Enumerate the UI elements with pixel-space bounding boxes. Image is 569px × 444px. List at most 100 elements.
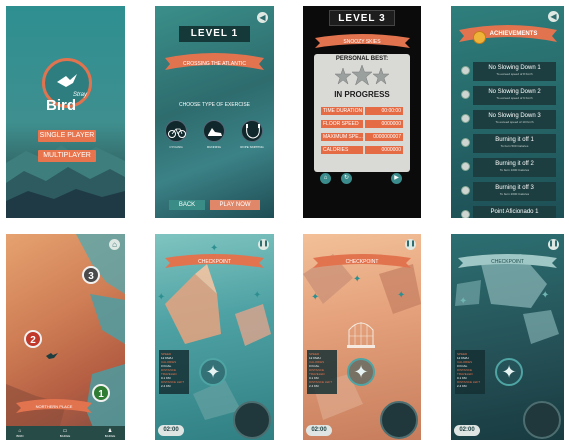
progress-status: IN PROGRESS xyxy=(334,90,390,99)
timer: 02:00 xyxy=(454,425,480,436)
medal-icon xyxy=(473,31,486,44)
personal-best-label: PERSONAL BEST: xyxy=(335,56,389,62)
achievement-item: No Slowing Down 1 To exceed speed of 8 Km… xyxy=(461,62,557,81)
restart-icon[interactable]: ↻ xyxy=(341,173,352,184)
level-title: LEVEL 3 xyxy=(329,10,395,26)
achievement-item: No Slowing Down 2 To exceed speed of 9 Km… xyxy=(461,86,557,105)
radar-icon xyxy=(523,401,561,439)
achievement-desc: To burn 1000 Calories xyxy=(499,168,530,172)
logo-big-text: Bird xyxy=(46,97,76,114)
running-option[interactable] xyxy=(203,120,225,142)
ribbon-text: SNOOZY SKIES xyxy=(343,39,381,45)
level-title: LEVEL 1 xyxy=(179,26,250,42)
stat-label: TIME DURATION xyxy=(321,107,363,115)
run-stats-panel: SPEED 12 KM/H CALORIES 0 KCAL DISTANCE TRA… xyxy=(455,350,485,394)
star-icon: ✦ xyxy=(541,290,550,301)
tab-label: BIRD xyxy=(16,434,24,438)
pause-icon[interactable]: ❚❚ xyxy=(405,239,416,250)
ribbon-text: NORTHERN PLACE xyxy=(35,404,73,409)
star-icon: ✦ xyxy=(311,292,320,303)
bicycle-icon xyxy=(168,128,186,138)
stat-label: MAXIMUM SPE... xyxy=(321,133,363,141)
single-player-button[interactable]: SINGLE PLAYER xyxy=(38,130,96,142)
badge-icon xyxy=(461,66,470,75)
shoe-icon xyxy=(208,128,222,136)
star-icon xyxy=(372,67,390,85)
bird-logo-icon xyxy=(57,74,77,87)
badge-icon xyxy=(461,114,470,123)
achievement-title: Burning it off 2 xyxy=(495,161,534,167)
achievement-desc: To burn 500 Calories xyxy=(500,144,529,148)
pause-icon[interactable]: ❚❚ xyxy=(548,239,559,250)
ribbon-text: CHECKPOINT xyxy=(491,259,524,265)
exercise-label: RUNNING xyxy=(207,145,221,149)
tab-badge[interactable]: ▭ BADGE xyxy=(51,428,79,438)
ribbon-text: CHECKPOINT xyxy=(198,259,231,265)
stat-label: DISTANCE TRAVELED xyxy=(457,368,473,376)
player-bird-icon: ✦ xyxy=(199,358,227,386)
home-icon[interactable]: ⌂ xyxy=(109,239,120,250)
star-icon xyxy=(351,64,373,86)
stat-value: 0000000 xyxy=(365,120,403,128)
level-3-screen: LEVEL 3 SNOOZY SKIES PERSONAL BEST: IN P… xyxy=(303,6,421,218)
tab-bar: ⌂ BIRD ▭ BADGE ♟ BADGE xyxy=(6,426,125,440)
stars-rating xyxy=(334,64,390,86)
achievement-desc: To exceed speed of 8 Km/h xyxy=(496,72,533,76)
achievement-desc: To exceed speed of 9 Km/h xyxy=(496,96,533,100)
radar-icon xyxy=(380,401,418,439)
stat-value: 2.4 KM xyxy=(457,384,467,388)
achievements-screen: ◀ ACHIEVEMENTS No Slowing Down 1 To excee… xyxy=(451,6,564,218)
level-pin[interactable]: 3 xyxy=(82,266,100,284)
checkpoint-screen: ❚❚ CHECKPOINT ✦ ✦ ✦ SPEED 12 KM/H CALORIE… xyxy=(303,234,421,440)
star-icon xyxy=(334,67,352,85)
play-now-button[interactable]: PLAY NOW xyxy=(210,200,260,210)
pause-icon[interactable]: ❚❚ xyxy=(258,239,269,250)
achievement-title: Point Aficionado 1 xyxy=(490,209,539,215)
back-arrow-icon[interactable]: ◀ xyxy=(257,12,268,23)
stat-value: 2.4 KM xyxy=(309,384,319,388)
back-arrow-icon[interactable]: ◀ xyxy=(548,11,559,22)
stat-value: 0000000 xyxy=(365,146,403,154)
achievement-desc: To exceed speed of 10 Km/h xyxy=(495,120,534,124)
play-icon[interactable]: ▶ xyxy=(391,173,402,184)
rope-skipping-option[interactable] xyxy=(241,120,263,142)
star-icon: ✦ xyxy=(397,290,406,301)
player-bird-icon: ✦ xyxy=(495,358,523,386)
timer: 02:00 xyxy=(158,425,184,436)
star-icon: ✦ xyxy=(253,290,262,301)
exercise-label: CYCLING xyxy=(169,145,183,149)
player-bird-icon: ✦ xyxy=(347,358,375,386)
tab-label: BADGE xyxy=(59,434,71,438)
achievement-title: Burning it off 3 xyxy=(495,185,534,191)
achievement-title: Burning it off 1 xyxy=(495,137,534,143)
exercise-prompt: CHOOSE TYPE OF EXERCISE xyxy=(178,102,251,108)
exercise-label: ROPE SKIPPING xyxy=(240,145,264,149)
home-icon[interactable]: ⌂ xyxy=(320,173,331,184)
badge-icon xyxy=(461,186,470,195)
achievement-item: Burning it off 3 To burn 2000 Calories xyxy=(461,182,557,201)
badge-icon xyxy=(461,90,470,99)
multiplayer-button[interactable]: MULTIPLAYER xyxy=(38,150,96,162)
badge-icon xyxy=(461,210,470,218)
star-icon: ✦ xyxy=(210,243,219,254)
level-pin[interactable]: 1 xyxy=(92,384,110,402)
stat-label: DISTANCE TRAVELED xyxy=(161,368,177,376)
achievement-desc: To burn 2000 Calories xyxy=(499,192,530,196)
stat-label: CALORIES xyxy=(321,146,363,154)
cycling-option[interactable] xyxy=(165,120,187,142)
level-1-screen: ◀ LEVEL 1 CROSSING THE ATLANTIC CHOOSE T… xyxy=(155,6,274,218)
level-pin[interactable]: 2 xyxy=(24,330,42,348)
radar-icon xyxy=(233,401,271,439)
stat-label: DISTANCE TRAVELED xyxy=(309,368,325,376)
achievement-title: No Slowing Down 1 xyxy=(488,65,541,71)
achievement-item: Point Aficionado 1 xyxy=(461,206,557,218)
back-button[interactable]: BACK xyxy=(169,200,205,210)
tab-badge[interactable]: ♟ BADGE xyxy=(96,428,124,438)
stat-value: 0000000007 xyxy=(365,133,403,141)
checkpoint-screen: ❚❚ CHECKPOINT ✦ ✦ ✦ SPEED 12 KM/H CALORIE… xyxy=(155,234,274,440)
tab-bird[interactable]: ⌂ BIRD xyxy=(6,428,34,438)
tab-label: BADGE xyxy=(104,434,116,438)
star-icon: ✦ xyxy=(157,292,166,303)
star-icon: ✦ xyxy=(459,296,468,307)
run-stats-panel: SPEED 12 KM/H CALORIES 0 KCAL DISTANCE TRA… xyxy=(307,350,337,394)
